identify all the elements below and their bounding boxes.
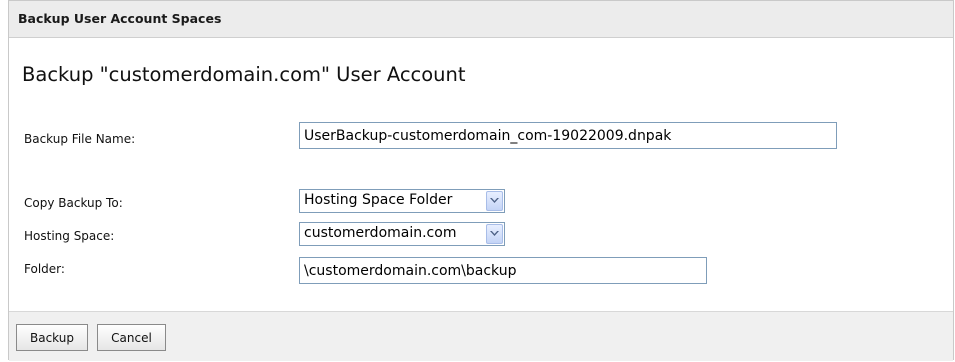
copy-backup-to-select[interactable]: Hosting Space Folder xyxy=(299,189,505,213)
chevron-down-icon[interactable] xyxy=(486,191,503,211)
folder-label: Folder: xyxy=(24,262,65,276)
backup-file-name-label: Backup File Name: xyxy=(24,132,136,146)
backup-panel: Backup User Account Spaces Backup "custo… xyxy=(8,0,954,361)
cancel-button[interactable]: Cancel xyxy=(97,324,166,351)
form-footer: Backup Cancel xyxy=(9,311,953,361)
backup-button[interactable]: Backup xyxy=(16,324,88,351)
hosting-space-select[interactable]: customerdomain.com xyxy=(299,222,505,246)
chevron-down-icon[interactable] xyxy=(486,224,503,244)
copy-backup-to-value: Hosting Space Folder xyxy=(304,192,453,208)
panel-header: Backup User Account Spaces xyxy=(9,1,953,38)
page-title: Backup "customerdomain.com" User Account xyxy=(22,63,466,86)
backup-file-name-input[interactable] xyxy=(299,122,837,149)
hosting-space-label: Hosting Space: xyxy=(24,229,115,243)
folder-input[interactable] xyxy=(299,257,707,284)
hosting-space-value: customerdomain.com xyxy=(304,225,457,241)
copy-backup-to-label: Copy Backup To: xyxy=(24,196,123,210)
